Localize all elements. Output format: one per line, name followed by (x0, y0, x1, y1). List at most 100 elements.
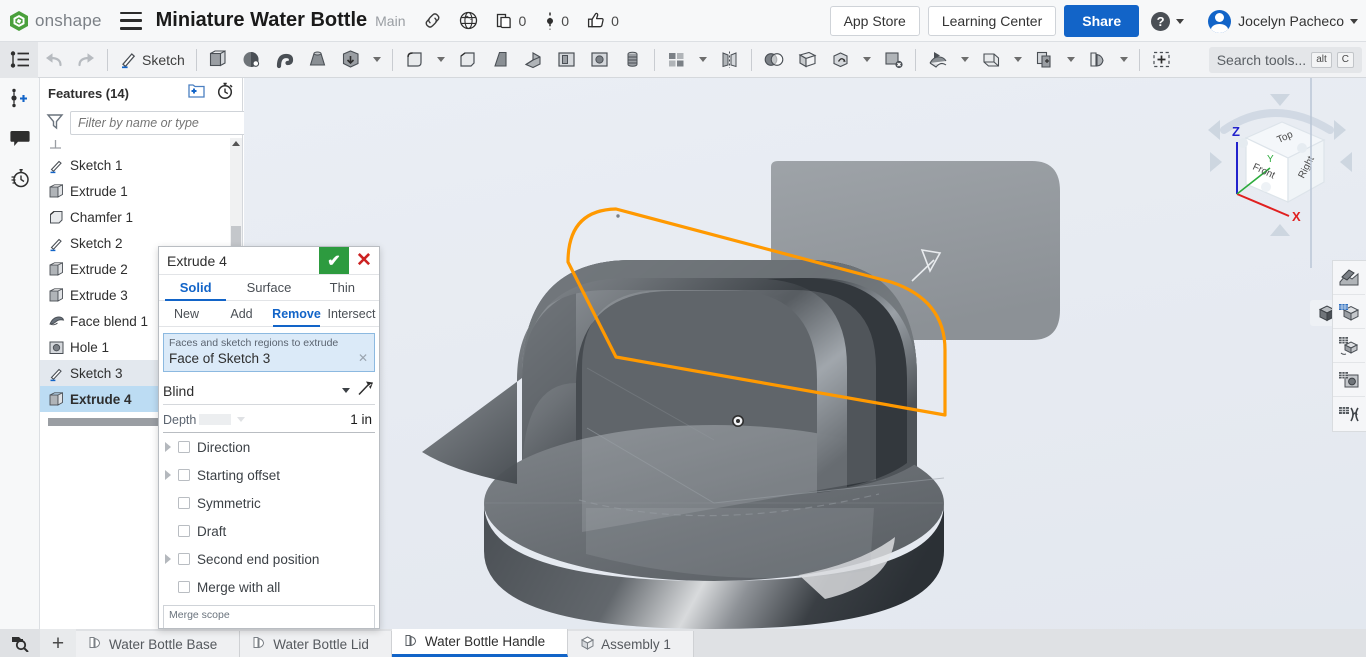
flip-direction-arrow-icon[interactable] (356, 379, 375, 402)
derive-dropdown-caret[interactable] (1061, 42, 1081, 78)
chevron-right-icon[interactable] (165, 470, 171, 480)
option-direction[interactable]: Direction (159, 433, 379, 461)
faces-query-box[interactable]: Faces and sketch regions to extrude Face… (163, 333, 375, 372)
revolve-icon[interactable] (235, 42, 268, 78)
fillet-dropdown-caret[interactable] (431, 42, 451, 78)
hamburger-menu-icon[interactable] (120, 12, 142, 30)
move-face-dropdown-caret[interactable] (955, 42, 975, 78)
scrollbar-thumb[interactable] (231, 226, 241, 246)
bottom-tab-assembly-1[interactable]: Assembly 1 (568, 631, 694, 657)
comment-icon[interactable] (0, 118, 40, 158)
bottom-tab-water-bottle-lid[interactable]: Water Bottle Lid (240, 631, 392, 657)
filter-funnel-icon[interactable] (46, 112, 64, 135)
public-visibility-button[interactable] (459, 11, 478, 30)
model-render[interactable] (244, 78, 1366, 629)
share-button[interactable]: Share (1064, 5, 1139, 37)
subtab-add[interactable]: Add (214, 301, 269, 326)
viewport-3d[interactable]: Top Front Right Z X Y (244, 78, 1366, 629)
loft-icon[interactable] (301, 42, 334, 78)
option-draft[interactable]: Draft (159, 517, 379, 545)
thread-icon[interactable] (616, 42, 649, 78)
extrude-dropdown-caret[interactable] (367, 42, 387, 78)
insert-feature-icon[interactable] (1145, 42, 1178, 78)
measure-tools-icon[interactable] (1333, 397, 1365, 431)
stopwatch-icon[interactable] (216, 82, 234, 105)
depth-row[interactable]: Depth 1 in (163, 407, 375, 433)
tab-solid[interactable]: Solid (159, 275, 232, 300)
rotate-view-icon[interactable] (1333, 329, 1365, 363)
bottom-tab-water-bottle-handle[interactable]: Water Bottle Handle (392, 629, 568, 657)
dialog-cancel-button[interactable]: ✕ (349, 247, 379, 274)
transform-dropdown-caret[interactable] (857, 42, 877, 78)
tab-surface[interactable]: Surface (232, 275, 305, 300)
clear-query-icon[interactable]: ✕ (358, 351, 368, 365)
plane-dropdown-caret[interactable] (1008, 42, 1028, 78)
dialog-title-bar[interactable]: Extrude 4 ✔ ✕ (159, 247, 379, 275)
depth-value[interactable]: 1 in (350, 412, 375, 427)
bottom-tab-water-bottle-base[interactable]: Water Bottle Base (76, 631, 240, 657)
dialog-confirm-button[interactable]: ✔ (319, 247, 349, 274)
mirror-icon[interactable] (713, 42, 746, 78)
display-state-icon[interactable] (1333, 295, 1365, 329)
add-feature-icon[interactable] (0, 78, 40, 118)
delete-face-icon[interactable] (877, 42, 910, 78)
chevron-down-icon[interactable] (342, 388, 350, 393)
tree-item-chamfer-1[interactable]: Chamfer 1 (40, 204, 242, 230)
hole-icon[interactable] (583, 42, 616, 78)
copies-button[interactable]: 0 (496, 12, 527, 30)
part-studio-icon[interactable] (1081, 42, 1114, 78)
boolean-icon[interactable] (757, 42, 791, 78)
search-tools-button[interactable]: Search tools... alt C (1209, 47, 1362, 73)
view-cube[interactable]: Top Front Right Z X Y (1206, 90, 1356, 240)
pattern-icon[interactable] (660, 42, 693, 78)
symmetric-checkbox[interactable] (178, 497, 190, 509)
starting-offset-checkbox[interactable] (178, 469, 190, 481)
chevron-right-icon[interactable] (165, 442, 171, 452)
rib-icon[interactable] (517, 42, 550, 78)
versions-button[interactable]: 0 (544, 11, 569, 31)
appearance-icon[interactable] (1333, 363, 1365, 397)
user-menu-button[interactable]: Jocelyn Pacheco (1196, 10, 1358, 33)
learning-center-button[interactable]: Learning Center (928, 6, 1056, 36)
redo-button[interactable] (70, 42, 102, 78)
end-type-row[interactable]: Blind (163, 377, 375, 405)
split-icon[interactable] (791, 42, 824, 78)
option-symmetric[interactable]: Symmetric (159, 489, 379, 517)
tab-thin[interactable]: Thin (306, 275, 379, 300)
new-folder-icon[interactable] (187, 83, 206, 104)
chamfer-icon[interactable] (451, 42, 484, 78)
link-button[interactable] (424, 12, 441, 29)
option-second-end-position[interactable]: Second end position (159, 545, 379, 573)
filter-input[interactable] (70, 111, 249, 135)
merge-with-all-checkbox[interactable] (178, 581, 190, 593)
shell-icon[interactable] (550, 42, 583, 78)
add-tab-button[interactable]: + (40, 629, 76, 657)
tree-item-origin[interactable] (40, 138, 242, 152)
tree-item-sketch-1[interactable]: Sketch 1 (40, 152, 242, 178)
scroll-up-arrow-icon[interactable] (232, 141, 240, 146)
draft-icon[interactable] (484, 42, 517, 78)
thicken-icon[interactable] (334, 42, 367, 78)
tree-item-extrude-1[interactable]: Extrude 1 (40, 178, 242, 204)
section-view-icon[interactable] (1333, 261, 1365, 295)
part-studio-dropdown-caret[interactable] (1114, 42, 1134, 78)
option-merge-with-all[interactable]: Merge with all (159, 573, 379, 601)
second-end-position-checkbox[interactable] (178, 553, 190, 565)
onshape-logo[interactable]: onshape (8, 10, 102, 32)
subtab-new[interactable]: New (159, 301, 214, 326)
search-tab-icon[interactable] (0, 629, 40, 657)
subtab-remove[interactable]: Remove (269, 301, 324, 326)
move-face-icon[interactable] (921, 42, 955, 78)
chevron-right-icon[interactable] (165, 554, 171, 564)
history-icon[interactable] (0, 158, 40, 198)
derive-icon[interactable] (1028, 42, 1061, 78)
subtab-intersect[interactable]: Intersect (324, 301, 379, 326)
option-starting-offset[interactable]: Starting offset (159, 461, 379, 489)
transform-icon[interactable] (824, 42, 857, 78)
merge-scope-box[interactable]: Merge scope (163, 605, 375, 629)
help-menu-button[interactable]: ? (1151, 12, 1184, 31)
fillet-icon[interactable] (398, 42, 431, 78)
app-store-button[interactable]: App Store (830, 6, 920, 36)
direction-checkbox[interactable] (178, 441, 190, 453)
extrude-icon[interactable] (202, 42, 235, 78)
